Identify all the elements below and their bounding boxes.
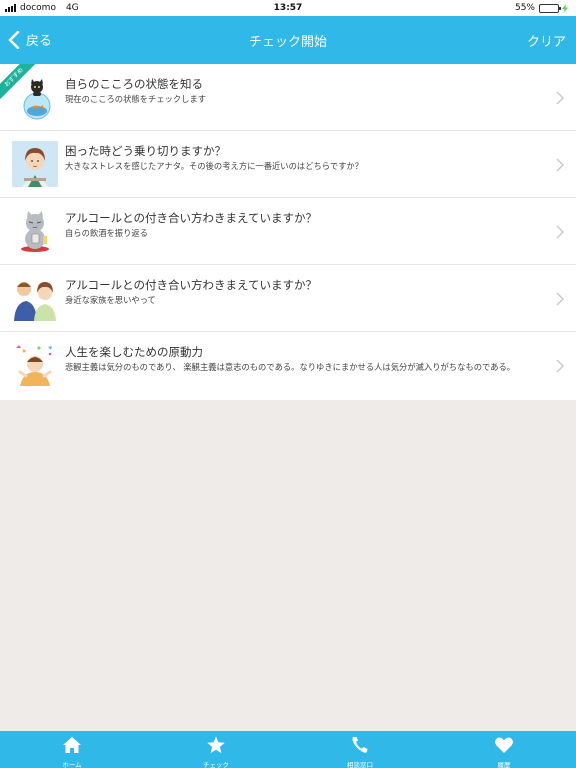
chevron-right-icon	[556, 91, 564, 105]
heart-icon	[495, 737, 513, 753]
navigation-bar: 戻る チェック開始 クリア	[0, 16, 576, 64]
list-item-alcohol-self[interactable]: アルコールとの付き合い方わきまえていますか？ 自らの飲酒を振り返る	[0, 198, 576, 265]
list-item-title: アルコールとの付き合い方わきまえていますか？	[65, 211, 317, 225]
page-title: チェック開始	[248, 35, 327, 50]
list-item-mind-state[interactable]: おすすめ 自らのこころの状態を知る 現在のこころの状態をチェックします	[0, 64, 576, 131]
tab-check[interactable]: チェック	[144, 731, 288, 768]
woman-thinking-icon	[12, 141, 58, 187]
tab-check-label: チェック	[203, 761, 229, 768]
list-item-title: アルコールとの付き合い方わきまえていますか？	[65, 278, 317, 292]
battery-icon	[539, 3, 561, 13]
check-list: おすすめ 自らのこころの状態を知る 現在のこころの状態をチェックします 困った時…	[0, 64, 576, 400]
tab-consult-label: 相談窓口	[347, 761, 373, 768]
clear-button[interactable]: クリア	[527, 31, 566, 50]
recommended-badge-label: おすすめ	[0, 64, 40, 103]
list-item-life-drive[interactable]: 人生を楽しむための原動力 悲観主義は気分のものであり、 楽観主義は意志のものであ…	[0, 332, 576, 400]
battery-percent: 55%	[514, 3, 535, 13]
person-celebrating-icon	[16, 345, 52, 386]
list-item-title: 自らのこころの状態を知る	[65, 77, 203, 91]
star-icon	[207, 736, 225, 754]
list-item-subtitle: 悲観主義は気分のものであり、 楽観主義は意志のものである。なりゆきにまかせる人は…	[65, 362, 516, 372]
status-time: 13:57	[273, 3, 303, 13]
phone-icon	[352, 737, 368, 753]
list-item-title: 人生を楽しむための原動力	[65, 345, 203, 359]
family-icon	[14, 282, 56, 321]
tab-history[interactable]: 履歴	[432, 731, 576, 768]
list-item-coping[interactable]: 困った時どう乗り切りますか？ 大きなストレスを感じたアナタ。その後の考え方に一番…	[0, 131, 576, 198]
home-icon	[63, 737, 81, 753]
chevron-right-icon	[556, 158, 564, 172]
list-item-subtitle: 自らの飲酒を振り返る	[65, 228, 148, 238]
tab-home-label: ホーム	[62, 761, 82, 768]
list-item-subtitle: 身近な家族を思いやって	[65, 295, 156, 305]
status-right: 55%	[515, 3, 568, 13]
list-item-alcohol-family[interactable]: アルコールとの付き合い方わきまえていますか？ 身近な家族を思いやって	[0, 265, 576, 332]
chevron-right-icon	[556, 225, 564, 239]
tab-consult[interactable]: 相談窓口	[288, 731, 432, 768]
chevron-right-icon	[556, 292, 564, 306]
list-item-subtitle: 現在のこころの状態をチェックします	[65, 94, 207, 104]
tab-history-label: 履歴	[497, 761, 511, 768]
chevron-right-icon	[556, 359, 564, 373]
recommended-badge: おすすめ	[0, 64, 44, 108]
list-item-title: 困った時どう乗り切りますか？	[65, 144, 226, 158]
tab-bar: ホーム チェック 相談窓口 履歴	[0, 731, 576, 768]
status-bar: docomo 4G 13:57 55%	[0, 0, 576, 16]
list-item-subtitle: 大きなストレスを感じたアナタ。その後の考え方に一番近いのはどちらですか？	[65, 161, 364, 171]
cat-drinking-icon	[21, 211, 49, 252]
charging-icon	[562, 3, 568, 13]
tab-home[interactable]: ホーム	[0, 731, 144, 768]
